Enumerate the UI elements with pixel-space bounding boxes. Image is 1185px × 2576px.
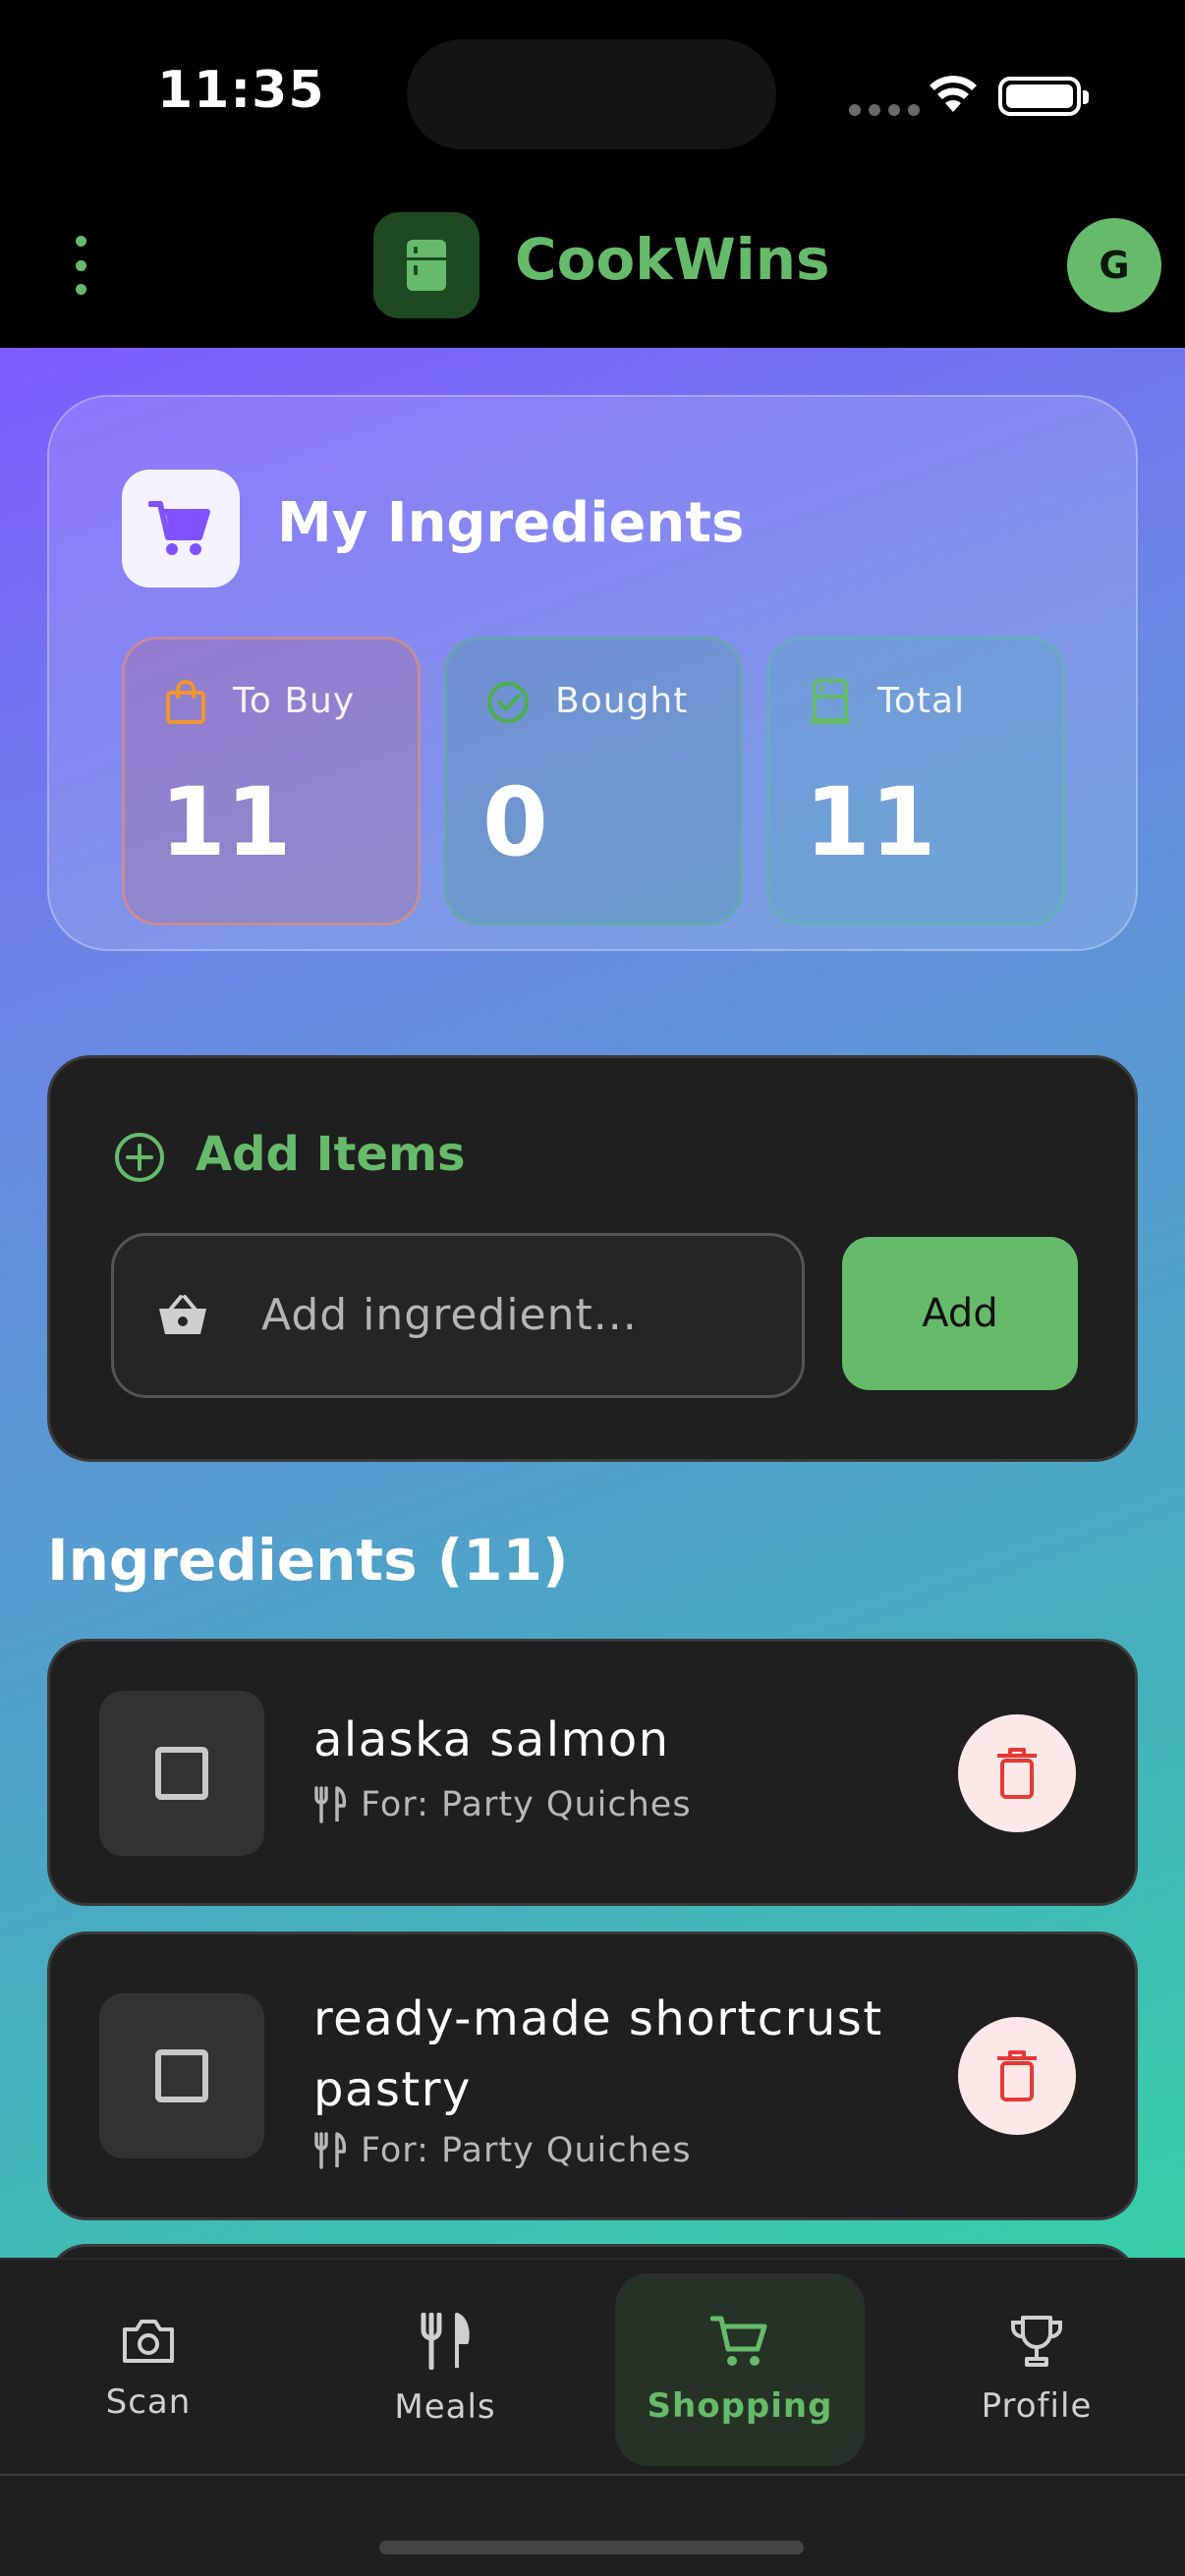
stat-value: 11 xyxy=(160,767,292,877)
cart-icon xyxy=(710,2316,767,2366)
dynamic-island xyxy=(407,39,776,149)
home-indicator-area xyxy=(0,2476,1185,2576)
add-button[interactable]: Add xyxy=(842,1237,1078,1390)
nav-label: Scan xyxy=(105,2382,192,2422)
user-avatar[interactable]: G xyxy=(1067,218,1161,312)
nav-label: Shopping xyxy=(647,2386,833,2426)
stat-total[interactable]: Total 11 xyxy=(766,637,1065,925)
stat-to-buy[interactable]: To Buy 11 xyxy=(122,637,421,925)
wifi-icon xyxy=(930,76,977,112)
nav-label: Meals xyxy=(394,2387,496,2427)
fridge-logo-icon xyxy=(373,212,480,318)
ingredient-input[interactable] xyxy=(261,1265,772,1364)
bottom-navigation: Scan Meals Shopping Profile xyxy=(0,2258,1185,2476)
checkbox-unchecked-icon xyxy=(155,1747,208,1800)
nav-profile[interactable]: Profile xyxy=(912,2273,1161,2466)
item-checkbox[interactable] xyxy=(99,1691,264,1856)
add-circle-icon xyxy=(115,1133,164,1182)
item-name: alaska salmon xyxy=(313,1712,670,1767)
nav-label: Profile xyxy=(981,2386,1093,2426)
trash-icon xyxy=(997,2050,1037,2101)
ingredients-summary-card: My Ingredients To Buy 11 Bought 0 Total … xyxy=(47,395,1138,951)
status-time: 11:35 xyxy=(157,61,325,120)
status-bar: 11:35 xyxy=(0,0,1185,187)
list-item[interactable] xyxy=(47,2244,1138,2258)
trash-icon xyxy=(997,1748,1037,1799)
ingredient-input-field[interactable] xyxy=(111,1233,805,1398)
stat-label: To Buy xyxy=(233,681,356,721)
nav-shopping[interactable]: Shopping xyxy=(615,2273,865,2466)
stat-value: 0 xyxy=(482,767,548,877)
more-menu-button[interactable] xyxy=(61,236,100,295)
fridge-icon xyxy=(811,679,850,724)
nav-meals[interactable]: Meals xyxy=(320,2273,570,2466)
camera-icon xyxy=(123,2320,174,2363)
item-recipe: For: Party Quiches xyxy=(313,2131,692,2170)
delete-button[interactable] xyxy=(958,1714,1076,1832)
basket-icon xyxy=(159,1295,206,1334)
fork-knife-icon xyxy=(314,1786,347,1823)
shopping-bag-icon xyxy=(166,680,205,724)
check-circle-icon xyxy=(487,682,529,723)
stat-label: Bought xyxy=(555,681,689,721)
cellular-signal-icon xyxy=(849,104,920,116)
ingredients-list-title: Ingredients (11) xyxy=(47,1527,569,1594)
add-items-card: Add Items Add xyxy=(47,1055,1138,1462)
trophy-icon xyxy=(1010,2316,1063,2367)
item-for-text: For: Party Quiches xyxy=(361,1785,692,1824)
nav-scan[interactable]: Scan xyxy=(24,2273,273,2466)
home-indicator[interactable] xyxy=(379,2541,804,2554)
app-title: CookWins xyxy=(515,226,830,293)
stat-value: 11 xyxy=(805,767,936,877)
main-content[interactable]: My Ingredients To Buy 11 Bought 0 Total … xyxy=(0,348,1185,2258)
app-header: CookWins G xyxy=(0,187,1185,348)
fork-knife-icon xyxy=(314,2132,347,2169)
item-name: ready-made shortcrust pastry xyxy=(313,1991,883,2117)
delete-button[interactable] xyxy=(958,2017,1076,2135)
checkbox-unchecked-icon xyxy=(155,2049,208,2102)
item-for-text: For: Party Quiches xyxy=(361,2131,692,2170)
item-recipe: For: Party Quiches xyxy=(313,1785,692,1824)
item-checkbox[interactable] xyxy=(99,1993,264,2158)
battery-icon xyxy=(998,77,1089,116)
list-item[interactable]: alaska salmon For: Party Quiches xyxy=(47,1639,1138,1906)
stat-label: Total xyxy=(877,681,966,721)
summary-title: My Ingredients xyxy=(277,491,745,555)
stat-bought[interactable]: Bought 0 xyxy=(444,637,743,925)
fork-knife-icon xyxy=(421,2313,470,2370)
cart-icon xyxy=(122,470,240,588)
list-item[interactable]: ready-made shortcrust pastry For: Party … xyxy=(47,1932,1138,2220)
add-items-title: Add Items xyxy=(196,1127,466,1182)
